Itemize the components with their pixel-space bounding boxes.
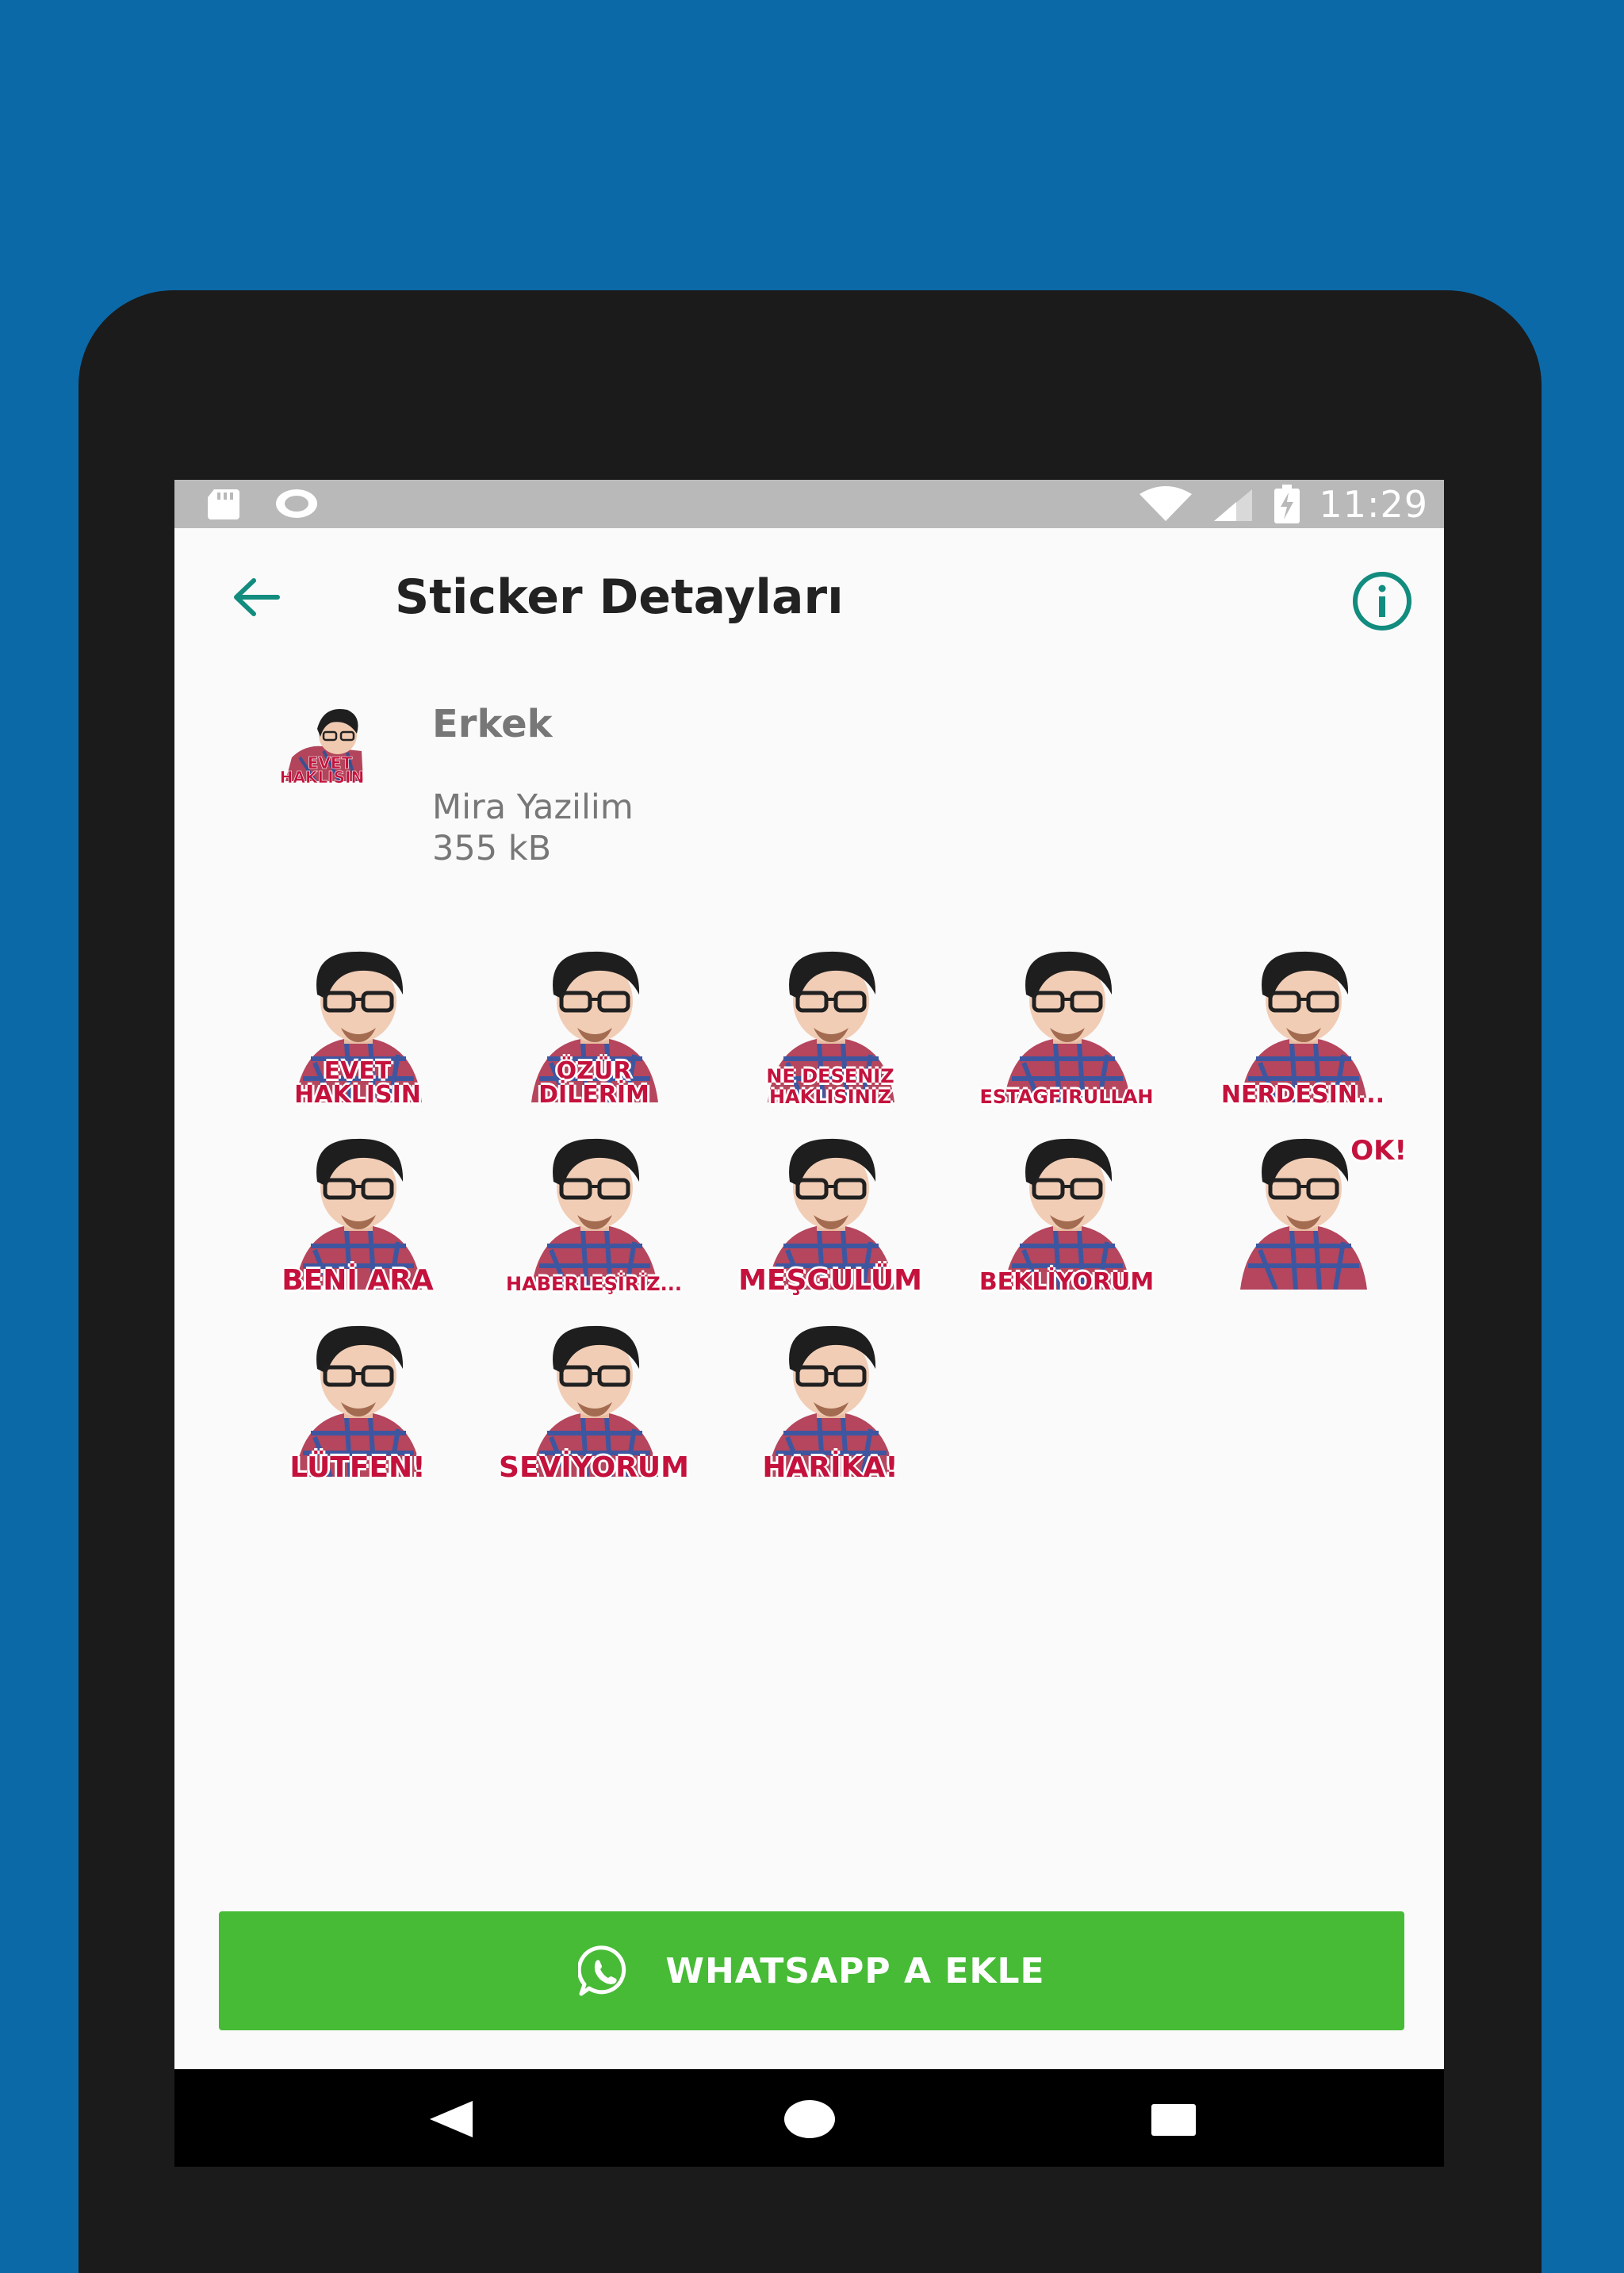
tray-image: EVET HAKLISIN: [279, 709, 365, 787]
sticker-caption: HABERLEŞİRİZ...: [506, 1273, 682, 1295]
sticker-caption: BENİ ARA: [282, 1264, 434, 1297]
sticker-caption: EVET HAKLISIN: [294, 1057, 421, 1109]
avatar-illustration: [531, 1138, 658, 1290]
nav-recents-icon[interactable]: [1150, 2102, 1197, 2137]
sticker-item[interactable]: NERDESIN...: [1185, 944, 1421, 1131]
sticker-item[interactable]: ESTAGFIRULLAH: [948, 944, 1185, 1131]
sticker-item[interactable]: BENİ ARA: [239, 1131, 476, 1318]
avatar-illustration: [1004, 1138, 1131, 1290]
sticker-caption: ESTAGFIRULLAH: [979, 1086, 1154, 1108]
info-icon[interactable]: [1350, 569, 1414, 633]
sticker-caption: ÖZÜR DİLERİM: [538, 1057, 649, 1109]
signal-icon: [1214, 489, 1253, 521]
sd-card-icon: [208, 489, 239, 519]
avatar-illustration: [1240, 951, 1367, 1102]
sticker-caption: MEŞGULÜM: [738, 1264, 922, 1297]
sticker-caption: BEKLİYORUM: [979, 1268, 1155, 1296]
sticker-grid: EVET HAKLISIN ÖZÜR DİLERİM NE DESENIZ HAKL…: [239, 944, 1421, 1505]
status-bar: 11:29: [174, 480, 1444, 528]
navigation-bar: [174, 2069, 1444, 2167]
sticker-caption: HARİKA!: [762, 1451, 898, 1484]
status-time: 11:29: [1319, 483, 1428, 526]
sticker-caption: NE DESENIZ HAKLISINIZ: [766, 1065, 894, 1108]
sticker-item[interactable]: HARİKA!: [712, 1318, 948, 1505]
battery-charging-icon: [1274, 485, 1300, 523]
sticker-item[interactable]: SEVİYORUM: [476, 1318, 712, 1505]
tray-caption-line2: HAKLISIN: [280, 768, 364, 787]
sticker-caption: LÜTFEN!: [289, 1451, 426, 1484]
pack-header: EVET HAKLISIN Erkek Mira Yazilim 355 kB: [174, 686, 1444, 892]
toolbar: Sticker Detayları: [174, 528, 1444, 663]
nav-back-icon[interactable]: [427, 2099, 476, 2139]
circle-notification-icon: [276, 489, 317, 518]
add-button-label: WHATSAPP A EKLE: [665, 1950, 1045, 1991]
pack-size: 355 kB: [432, 829, 552, 868]
pack-name: Erkek: [432, 702, 553, 746]
arrow-left-icon[interactable]: [228, 569, 284, 625]
sticker-caption: SEVİYORUM: [499, 1451, 689, 1484]
sticker-item[interactable]: ÖZÜR DİLERİM: [476, 944, 712, 1131]
page-title: Sticker Detayları: [395, 569, 844, 625]
sticker-caption: NERDESIN...: [1220, 1081, 1385, 1109]
sticker-item[interactable]: EVET HAKLISIN: [239, 944, 476, 1131]
pack-publisher: Mira Yazilim: [432, 788, 634, 827]
avatar-illustration: [1004, 951, 1131, 1102]
sticker-item[interactable]: NE DESENIZ HAKLISINIZ: [712, 944, 948, 1131]
sticker-item[interactable]: HABERLEŞİRİZ...: [476, 1131, 712, 1318]
sticker-item[interactable]: OK!: [1185, 1131, 1421, 1318]
add-to-whatsapp-button[interactable]: WHATSAPP A EKLE: [219, 1911, 1404, 2030]
sticker-item[interactable]: LÜTFEN!: [239, 1318, 476, 1505]
sticker-item[interactable]: MEŞGULÜM: [712, 1131, 948, 1318]
app-screen: 11:29 Sticker Detayları EVET HAKLISIN Er…: [174, 480, 1444, 2167]
wifi-icon: [1139, 486, 1193, 521]
whatsapp-icon: [578, 1945, 626, 1996]
nav-home-icon[interactable]: [783, 2099, 836, 2139]
sticker-item[interactable]: BEKLİYORUM: [948, 1131, 1185, 1318]
sticker-caption: OK!: [1350, 1135, 1407, 1167]
